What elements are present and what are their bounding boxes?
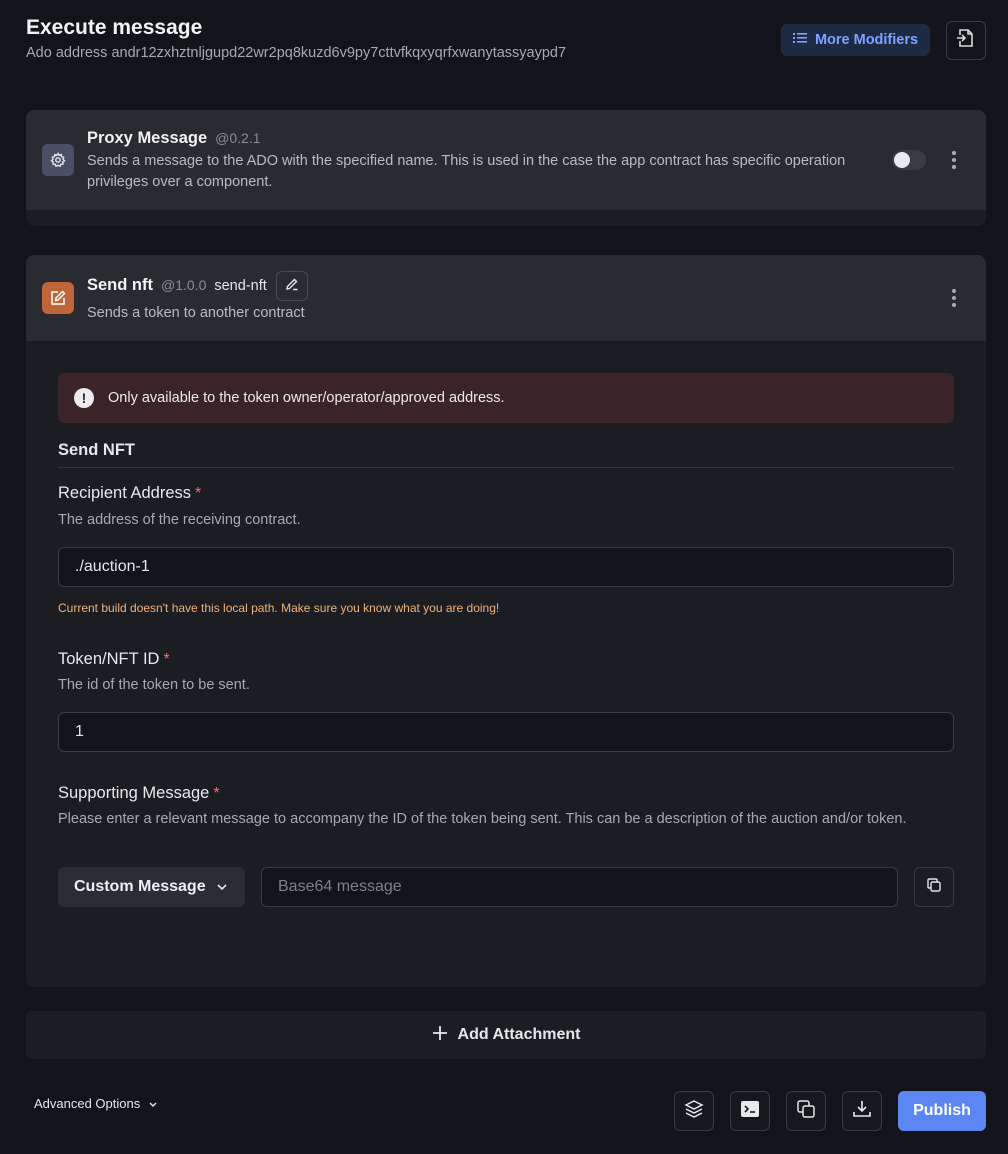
chevron-down-icon [216,878,228,896]
proxy-message-header: Proxy Message @0.2.1 Sends a message to … [26,110,986,210]
copy-icon [796,1099,816,1124]
recipient-help: The address of the receiving contract. [58,512,301,528]
terminal-button[interactable] [730,1091,770,1131]
token-id-help: The id of the token to be sent. [58,677,250,693]
more-modifiers-label: More Modifiers [814,32,919,48]
required-marker: * [163,651,170,668]
file-import-icon [956,27,976,54]
edit-note-icon [42,282,74,314]
proxy-message-title: Proxy Message [87,129,208,147]
download-button[interactable] [842,1091,882,1131]
required-marker: * [195,485,202,502]
page-title: Execute message [26,16,203,39]
add-attachment-button[interactable]: Add Attachment [26,1011,986,1059]
terminal-icon [740,1099,760,1124]
base64-message-input[interactable]: Base64 message [261,867,898,907]
advanced-options-toggle[interactable]: Advanced Options [34,1096,158,1111]
kebab-menu-icon[interactable] [944,148,964,172]
rename-button[interactable] [276,271,308,301]
recipient-label: Recipient Address * [58,484,202,502]
duplicate-button[interactable] [786,1091,826,1131]
more-modifiers-button[interactable]: More Modifiers [781,24,930,56]
send-nft-version: @1.0.0 [161,277,207,293]
recipient-address-input[interactable]: ./auction-1 [58,547,954,587]
required-marker: * [213,785,220,802]
pencil-icon [285,277,299,296]
plus-icon [432,1025,448,1046]
layers-button[interactable] [674,1091,714,1131]
publish-button[interactable]: Publish [898,1091,986,1131]
section-title: Send NFT [58,441,135,459]
chevron-down-icon [148,1096,158,1111]
ado-address: Ado address andr12zxhztnljgupd22wr2pq8ku… [26,45,567,61]
message-type-dropdown[interactable]: Custom Message [58,867,245,907]
local-path-warning: Current build doesn't have this local pa… [58,601,500,615]
proxy-message-version: @0.2.1 [215,130,261,146]
layers-icon [684,1099,704,1124]
alert-text: Only available to the token owner/operat… [108,390,505,406]
kebab-menu-icon[interactable] [944,286,964,310]
supporting-message-label: Supporting Message * [58,784,220,802]
send-nft-title: Send nft [87,276,153,294]
exclamation-icon: ! [74,388,94,408]
section-divider [58,467,954,468]
gear-icon [42,144,74,176]
proxy-message-description: Sends a message to the ADO with the spec… [87,153,846,190]
supporting-message-help: Please enter a relevant message to accom… [58,811,907,827]
token-id-input[interactable]: 1 [58,712,954,752]
copy-button[interactable] [914,867,954,907]
import-file-button[interactable] [946,21,986,60]
send-nft-header: Send nft @1.0.0 send-nft Sends a token t… [26,255,986,341]
send-nft-slug: send-nft [214,278,267,294]
proxy-message-card: Proxy Message @0.2.1 Sends a message to … [26,110,986,226]
list-icon [792,32,807,48]
token-id-label: Token/NFT ID * [58,650,170,668]
send-nft-description: Sends a token to another contract [87,305,305,321]
proxy-message-toggle[interactable] [892,150,926,170]
permission-alert: ! Only available to the token owner/oper… [58,373,954,423]
download-icon [852,1099,872,1124]
copy-icon [926,877,942,898]
